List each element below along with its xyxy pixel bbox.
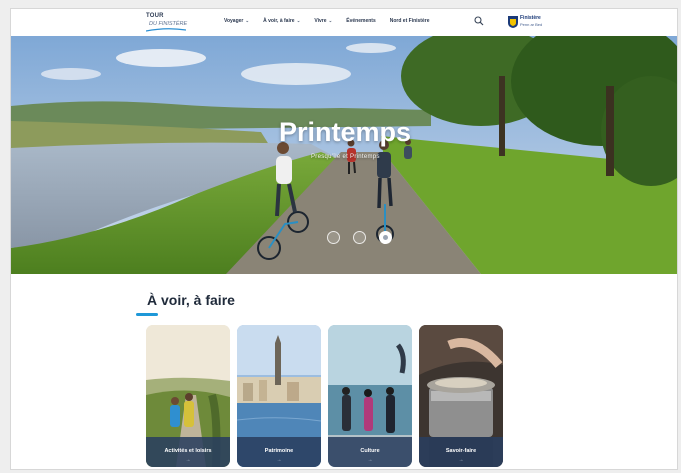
- nav-nord-finistere[interactable]: Nord et Finistère: [390, 18, 430, 24]
- card-label: Savoir-faire: [445, 448, 477, 454]
- card-savoir-faire[interactable]: Savoir-faire →: [419, 325, 503, 467]
- search-icon[interactable]: [474, 16, 484, 26]
- page-frame: TOUR DU FINISTÈRE Voyager ⌄ À voir, à fa…: [10, 8, 678, 470]
- arrow-right-icon: →: [185, 457, 191, 463]
- hero-subtitle: Presqu'île et Printemps: [311, 154, 380, 160]
- shield-icon: [508, 16, 518, 28]
- card-activites-loisirs[interactable]: Activités et loisirs →: [146, 325, 230, 467]
- nav-a-voir-a-faire[interactable]: À voir, à faire ⌄: [263, 18, 300, 24]
- nav-vivre[interactable]: Vivre ⌄: [314, 18, 332, 24]
- finistere-brand-logo[interactable]: Finistère Penn ar Bed: [508, 14, 552, 31]
- arrow-right-icon: →: [367, 457, 373, 463]
- chevron-down-icon: ⌄: [296, 18, 301, 23]
- site-logo[interactable]: TOUR DU FINISTÈRE: [146, 13, 188, 33]
- section-title-underline: [136, 313, 158, 316]
- brand-line2: Penn ar Bed: [520, 22, 543, 27]
- nav-label: Nord et Finistère: [389, 18, 430, 24]
- nav-label: À voir, à faire: [263, 18, 295, 24]
- card-patrimoine[interactable]: Patrimoine →: [237, 325, 321, 467]
- card-culture[interactable]: Culture →: [328, 325, 412, 467]
- carousel-dot-3-active[interactable]: [379, 231, 392, 244]
- nav-evenements[interactable]: Événements: [346, 18, 375, 24]
- hero-carousel: Printemps Presqu'île et Printemps: [11, 36, 677, 274]
- card-label: Culture: [360, 448, 380, 454]
- logo-swoosh-icon: [146, 28, 186, 32]
- chevron-down-icon: ⌄: [328, 18, 333, 23]
- arrow-right-icon: →: [276, 457, 282, 463]
- section-title: À voir, à faire: [147, 292, 235, 308]
- chevron-down-icon: ⌄: [245, 18, 250, 23]
- nav-voyager[interactable]: Voyager ⌄: [224, 18, 249, 24]
- card-label: Activités et loisirs: [164, 448, 212, 454]
- brand-line1: Finistère: [520, 15, 541, 21]
- hero-title: Printemps: [279, 117, 412, 147]
- logo-line2: DU FINISTÈRE: [149, 21, 188, 27]
- card-label: Patrimoine: [264, 448, 294, 454]
- category-cards: Activités et loisirs → Patrimoine → Cult…: [146, 325, 503, 467]
- arrow-right-icon: →: [458, 457, 464, 463]
- carousel-dot-2[interactable]: [353, 231, 366, 244]
- carousel-dot-1[interactable]: [327, 231, 340, 244]
- nav-label: Voyager: [224, 18, 244, 24]
- nav-label: Événements: [346, 18, 376, 24]
- nav-label: Vivre: [314, 18, 327, 24]
- main-nav: Voyager ⌄ À voir, à faire ⌄ Vivre ⌄ Évén…: [224, 18, 429, 24]
- logo-line1: TOUR: [146, 13, 164, 19]
- carousel-dots: [327, 231, 392, 244]
- site-header: TOUR DU FINISTÈRE Voyager ⌄ À voir, à fa…: [11, 9, 677, 36]
